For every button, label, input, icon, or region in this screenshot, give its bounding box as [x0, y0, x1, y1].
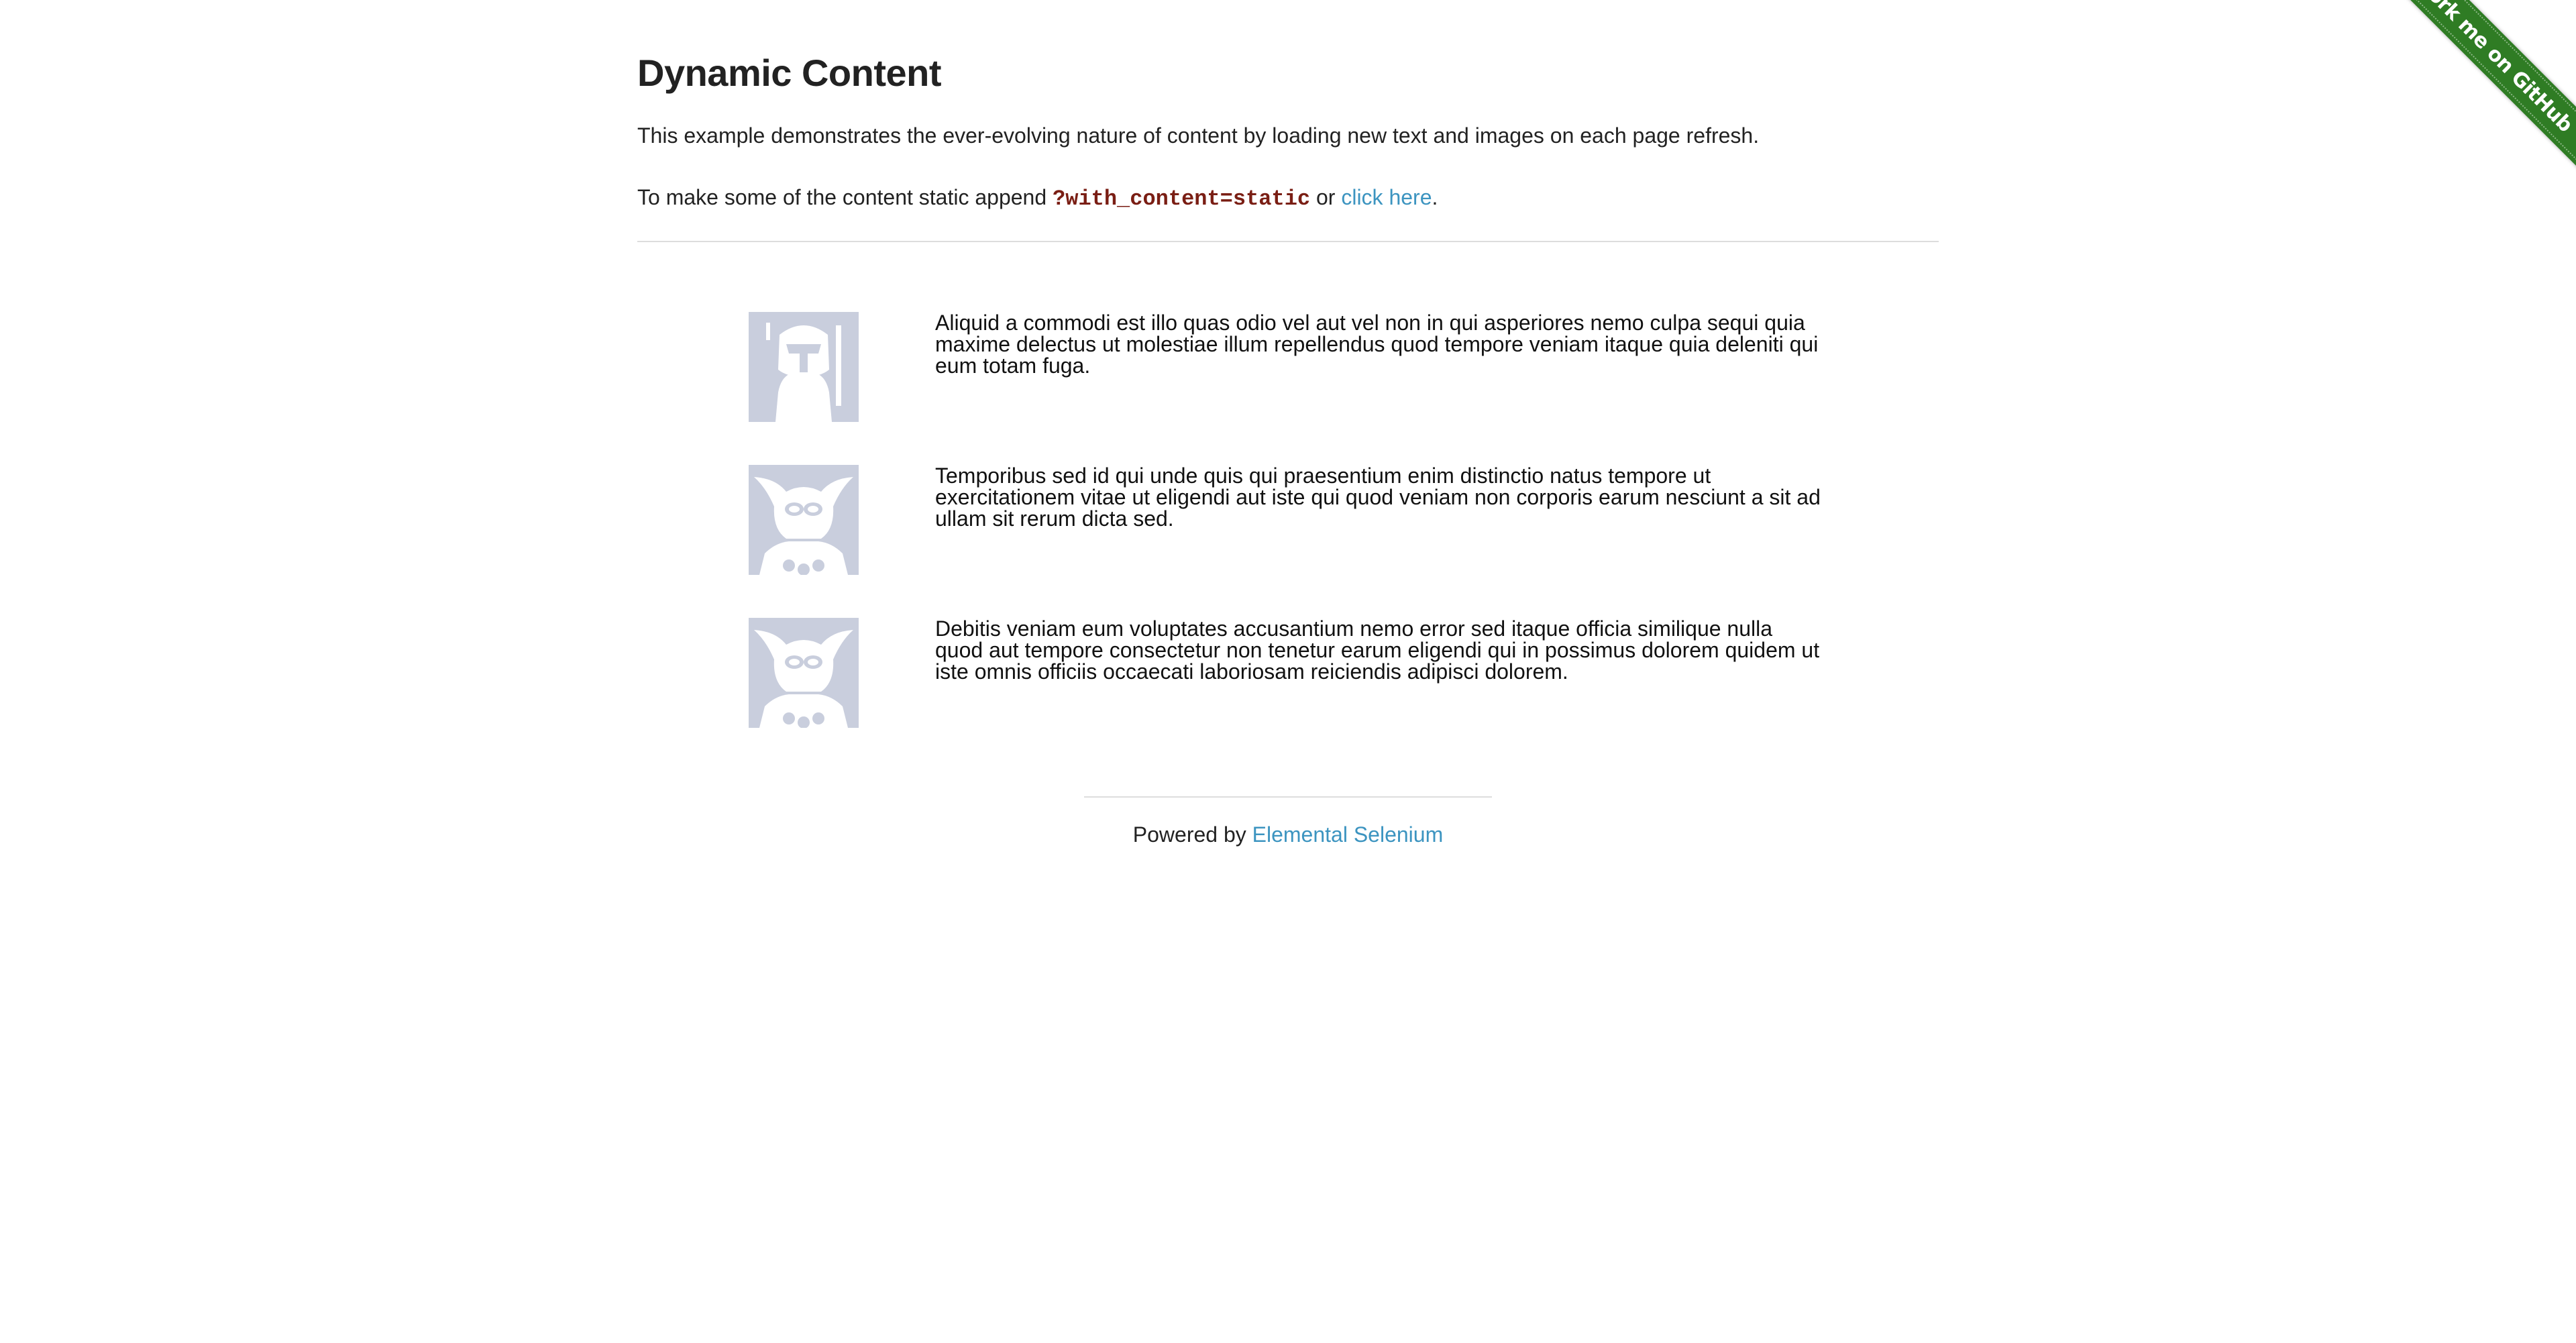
static-instructions: To make some of the content static appen… [637, 182, 1438, 214]
jester-avatar-icon [749, 618, 859, 728]
static-query-param: ?with_content=static [1053, 186, 1311, 211]
elemental-selenium-link[interactable]: Elemental Selenium [1252, 822, 1444, 847]
static-or: or [1310, 185, 1342, 209]
row-text: Debitis veniam eum voluptates accusantiu… [935, 616, 1820, 684]
fork-me-ribbon[interactable]: Fork me on GitHub [2381, 0, 2576, 170]
row-text: Aliquid a commodi est illo quas odio vel… [935, 311, 1819, 378]
content-row: Temporibus sed id qui unde quis qui prae… [749, 465, 1821, 576]
top-divider [637, 241, 1939, 242]
footer-divider [1084, 796, 1492, 798]
page-footer: Powered by Elemental Selenium [637, 820, 1939, 849]
github-ribbon-container: Fork me on GitHub [2375, 0, 2576, 201]
click-here-link[interactable]: click here [1341, 185, 1432, 209]
content-row: Aliquid a commodi est illo quas odio vel… [749, 312, 1818, 423]
static-suffix: . [1432, 185, 1438, 209]
page-title: Dynamic Content [637, 52, 942, 94]
content-row: Debitis veniam eum voluptates accusantiu… [749, 618, 1819, 729]
description-text: This example demonstrates the ever-evolv… [637, 123, 1760, 148]
jester-avatar-icon [749, 465, 859, 575]
helmet-avatar-icon [749, 312, 859, 422]
static-prefix: To make some of the content static appen… [637, 185, 1053, 209]
footer-prefix: Powered by [1132, 822, 1252, 847]
row-text: Temporibus sed id qui unde quis qui prae… [935, 464, 1821, 531]
